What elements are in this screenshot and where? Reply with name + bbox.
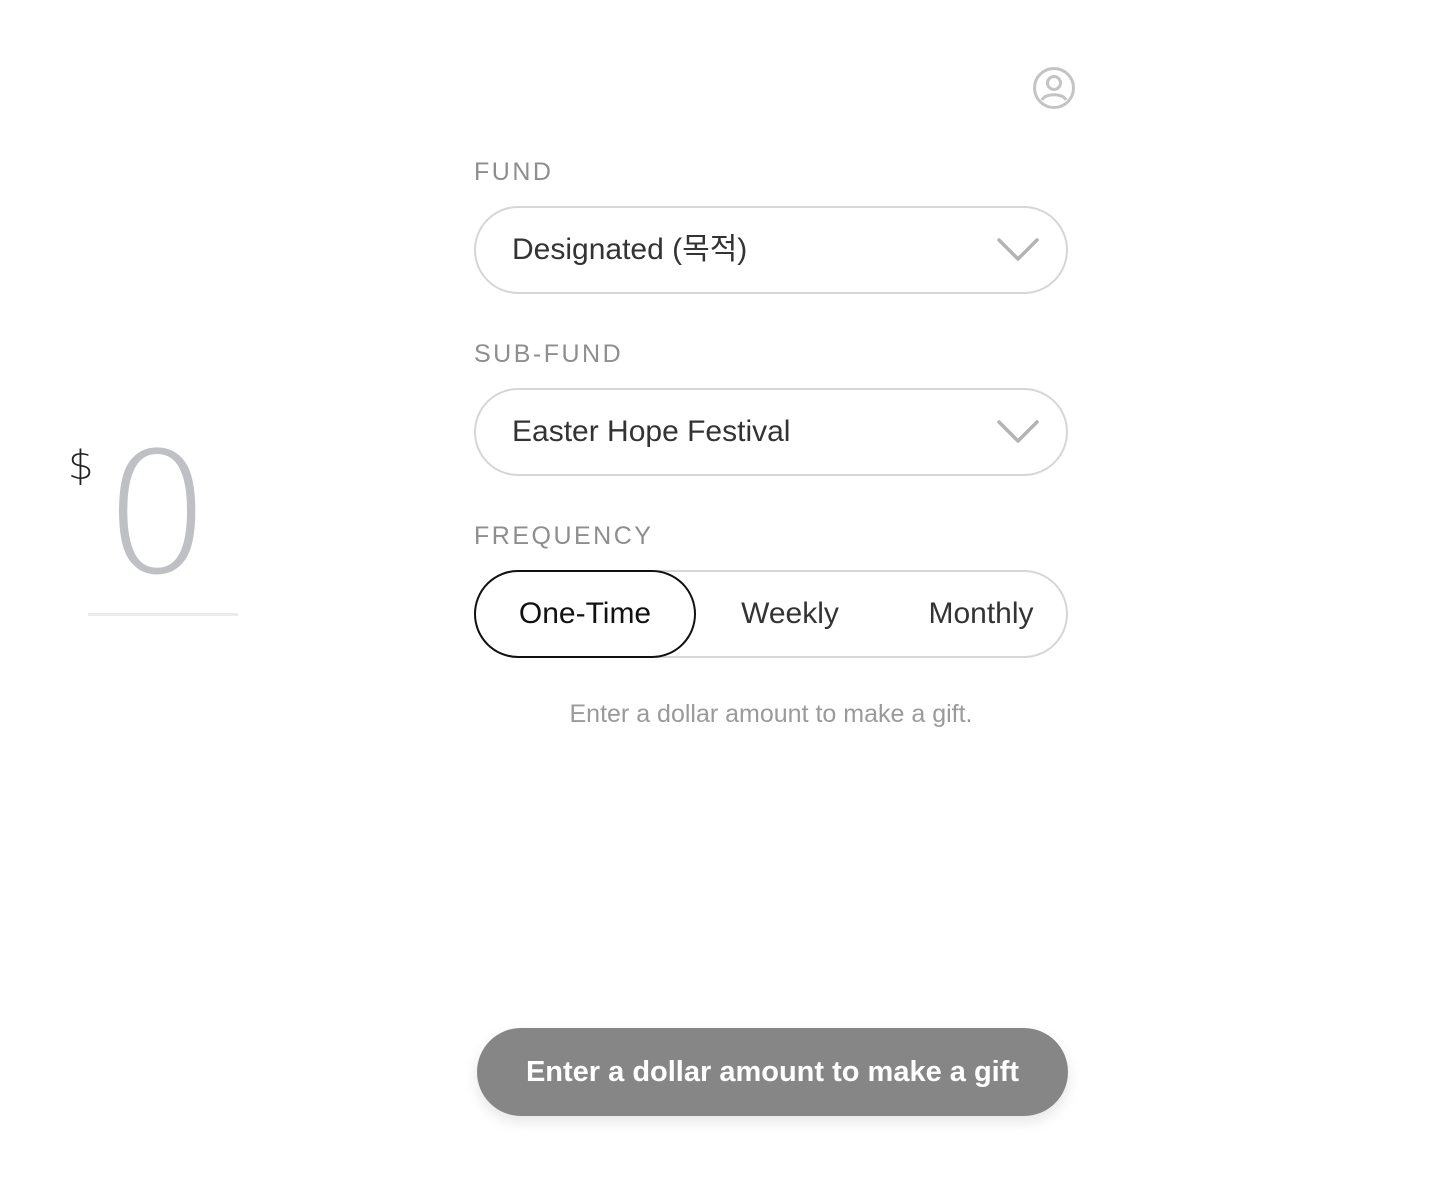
amount-hint: Enter a dollar amount to make a gift. <box>569 700 973 728</box>
sub-fund-selected-value: Easter Hope Festival <box>512 415 791 448</box>
amount-input[interactable]: $ 0 <box>66 430 246 630</box>
user-circle-icon[interactable] <box>1032 66 1076 110</box>
sub-fund-label: SUB-FUND <box>474 340 624 368</box>
amount-value: 0 <box>104 416 211 612</box>
frequency-option-one-time[interactable]: One-Time <box>474 570 696 658</box>
frequency-toggle-group: One-Time Weekly Monthly <box>474 570 1068 658</box>
sub-fund-select[interactable]: Easter Hope Festival <box>474 388 1068 476</box>
frequency-option-weekly[interactable]: Weekly <box>712 572 868 656</box>
amount-underline <box>88 613 238 616</box>
fund-selected-value: Designated (목적) <box>512 233 748 266</box>
fund-select[interactable]: Designated (목적) <box>474 206 1068 294</box>
chevron-down-icon <box>996 236 1040 264</box>
fund-label: FUND <box>474 158 554 186</box>
submit-gift-button[interactable]: Enter a dollar amount to make a gift <box>477 1028 1068 1116</box>
currency-symbol: $ <box>68 443 94 489</box>
chevron-down-icon <box>996 418 1040 446</box>
frequency-label: FREQUENCY <box>474 522 654 550</box>
frequency-option-monthly[interactable]: Monthly <box>906 572 1056 656</box>
